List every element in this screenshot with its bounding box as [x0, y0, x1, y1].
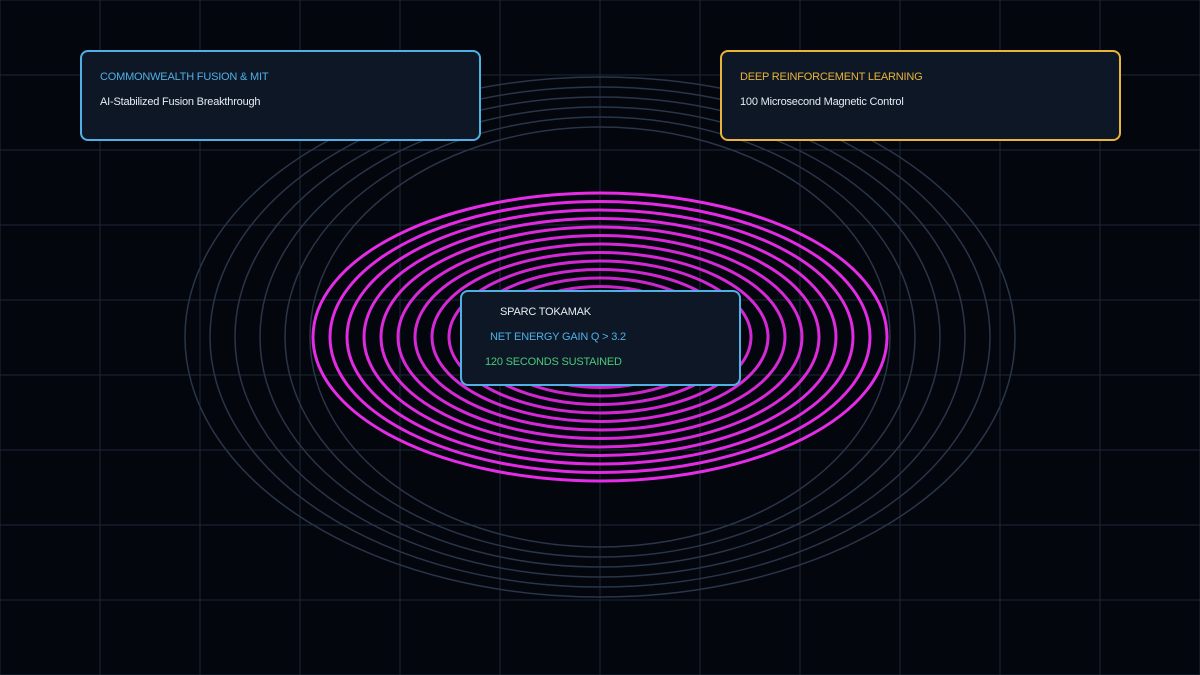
- info-card-sparc-tokamak: SPARC TOKAMAK NET ENERGY GAIN Q > 3.2 12…: [460, 290, 741, 386]
- fusion-visual-stage: COMMONWEALTH FUSION & MIT AI-Stabilized …: [0, 0, 1200, 675]
- sustained-duration: 120 SECONDS SUSTAINED: [485, 356, 622, 368]
- card-subtitle: AI-Stabilized Fusion Breakthrough: [100, 96, 261, 108]
- energy-gain-metric: NET ENERGY GAIN Q > 3.2: [490, 331, 626, 343]
- tokamak-title: SPARC TOKAMAK: [500, 306, 591, 318]
- card-heading: COMMONWEALTH FUSION & MIT: [100, 71, 269, 83]
- info-card-commonwealth: COMMONWEALTH FUSION & MIT AI-Stabilized …: [80, 50, 481, 141]
- card-subtitle: 100 Microsecond Magnetic Control: [740, 96, 904, 108]
- info-card-reinforcement-learning: DEEP REINFORCEMENT LEARNING 100 Microsec…: [720, 50, 1121, 141]
- card-heading: DEEP REINFORCEMENT LEARNING: [740, 71, 923, 83]
